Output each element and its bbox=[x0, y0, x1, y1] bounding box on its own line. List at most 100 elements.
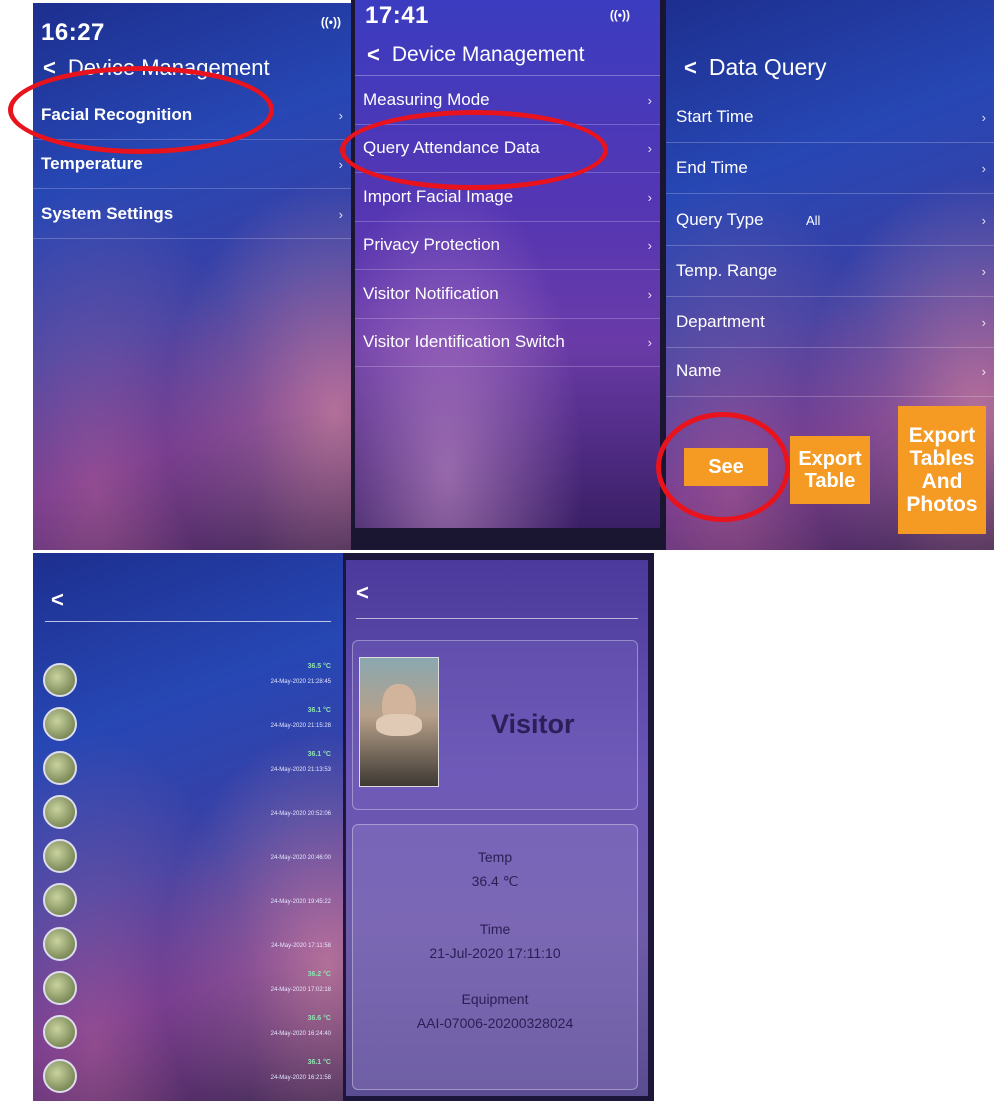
chevron-right-icon: › bbox=[981, 314, 986, 330]
chevron-right-icon: › bbox=[647, 237, 652, 253]
chevron-right-icon: › bbox=[981, 263, 986, 279]
avatar bbox=[43, 839, 77, 873]
list-item-date: 24-May-2020 21:13:53 bbox=[270, 767, 331, 773]
avatar bbox=[43, 663, 77, 697]
list-item[interactable]: 36.2 °C 24-May-2020 17:02:18 bbox=[41, 965, 335, 1013]
chevron-right-icon: › bbox=[981, 212, 986, 228]
list-item[interactable]: 36.1 °C 24-May-2020 21:13:53 bbox=[41, 745, 335, 793]
avatar bbox=[43, 707, 77, 741]
list-item[interactable]: 36.1 °C 24-May-2020 16:21:58 bbox=[41, 1053, 335, 1101]
hands-shape bbox=[376, 714, 422, 736]
avatar bbox=[43, 795, 77, 829]
query-row-name[interactable]: Name › bbox=[666, 346, 994, 397]
list-item[interactable]: 36.5 °C 24-May-2020 21:28:45 bbox=[41, 657, 335, 705]
visitor-photo bbox=[359, 657, 439, 787]
list-item-date: 24-May-2020 21:15:28 bbox=[270, 723, 331, 729]
menu-item-visitor-identification-switch[interactable]: Visitor Identification Switch › bbox=[355, 318, 660, 367]
query-row-label: Start Time bbox=[676, 107, 754, 126]
chevron-right-icon: › bbox=[981, 109, 986, 125]
header-divider bbox=[45, 621, 331, 622]
menu-item-label: Privacy Protection bbox=[363, 235, 500, 254]
chevron-right-icon: › bbox=[647, 140, 652, 156]
list-item[interactable]: 24-May-2020 20:52:06 bbox=[41, 789, 335, 837]
query-row-label: Temp. Range bbox=[676, 261, 778, 280]
chevron-right-icon: › bbox=[338, 107, 343, 123]
list-item-temp: 36.5 °C bbox=[307, 663, 331, 670]
chevron-right-icon: › bbox=[647, 189, 652, 205]
equipment-value: AAI-07006-20200328024 bbox=[416, 1015, 574, 1031]
list-item-date: 24-May-2020 20:46:00 bbox=[270, 855, 331, 861]
visitor-info-card: Temp 36.4 ℃ Time 21-Jul-2020 17:11:10 Eq… bbox=[352, 824, 638, 1090]
avatar bbox=[43, 751, 77, 785]
export-table-button[interactable]: Export Table bbox=[790, 436, 870, 504]
equipment-label: Equipment bbox=[461, 991, 529, 1007]
title-text: Data Query bbox=[708, 54, 827, 80]
avatar bbox=[43, 971, 77, 1005]
list-item[interactable]: 24-May-2020 17:11:58 bbox=[41, 921, 335, 969]
back-chevron-icon[interactable]: < bbox=[684, 55, 697, 81]
screen-visitor-detail: < Visitor Temp 36.4 ℃ Time 21-Jul-2020 1… bbox=[346, 560, 648, 1096]
status-time: 17:41 bbox=[365, 2, 429, 29]
query-type-value: All bbox=[806, 212, 821, 228]
highlight-oval bbox=[340, 110, 608, 190]
menu-item-label: Visitor Notification bbox=[363, 284, 499, 303]
screen-device-management-2: 17:41 ((•)) < Device Management Measurin… bbox=[355, 0, 660, 528]
status-time: 16:27 bbox=[41, 19, 105, 46]
menu-item-system-settings[interactable]: System Settings › bbox=[33, 190, 351, 239]
chevron-right-icon: › bbox=[647, 334, 652, 350]
list-item[interactable]: 36.1 °C 24-May-2020 21:15:28 bbox=[41, 701, 335, 749]
export-tables-and-photos-button[interactable]: Export Tables And Photos bbox=[898, 406, 986, 534]
query-row-label: Name bbox=[676, 361, 722, 380]
back-chevron-icon[interactable]: < bbox=[356, 580, 369, 606]
query-row-start-time[interactable]: Start Time › bbox=[666, 92, 994, 143]
list-item-date: 24-May-2020 21:28:45 bbox=[270, 679, 331, 685]
highlight-oval bbox=[656, 412, 790, 522]
page-title: < Device Management bbox=[367, 42, 584, 68]
menu-item-label: Visitor Identification Switch bbox=[363, 332, 565, 351]
visitor-label: Visitor bbox=[491, 709, 575, 739]
screen-attendance-list: < 36.5 °C 24-May-2020 21:28:45 36.1 °C 24-M… bbox=[33, 553, 343, 1101]
visitor-card: Visitor bbox=[352, 640, 638, 810]
menu-item-label: System Settings bbox=[41, 204, 174, 223]
avatar bbox=[43, 927, 77, 961]
back-chevron-icon[interactable]: < bbox=[51, 587, 64, 613]
list-item[interactable]: 24-May-2020 20:46:00 bbox=[41, 833, 335, 881]
list-item-temp: 36.1 °C bbox=[307, 751, 331, 758]
avatar bbox=[43, 1059, 77, 1093]
menu-item-visitor-notification[interactable]: Visitor Notification › bbox=[355, 270, 660, 319]
query-row-label: Query Type bbox=[676, 210, 764, 229]
header-divider bbox=[356, 618, 638, 619]
chevron-right-icon: › bbox=[647, 286, 652, 302]
menu-item-label: Temperature bbox=[41, 154, 143, 173]
avatar bbox=[43, 883, 77, 917]
menu-item-privacy-protection[interactable]: Privacy Protection › bbox=[355, 221, 660, 270]
chevron-right-icon: › bbox=[981, 160, 986, 176]
chevron-right-icon: › bbox=[981, 363, 986, 379]
menu-item-label: Measuring Mode bbox=[363, 90, 490, 109]
temp-value: 36.4 ℃ bbox=[471, 873, 519, 889]
list-item[interactable]: 24-May-2020 19:45:22 bbox=[41, 877, 335, 925]
time-label: Time bbox=[479, 921, 511, 937]
menu-item-label: Import Facial Image bbox=[363, 187, 514, 206]
list-item-temp: 36.6 °C bbox=[307, 1015, 331, 1022]
list-item-date: 24-May-2020 17:02:18 bbox=[270, 987, 331, 993]
list-item-date: 24-May-2020 19:45:22 bbox=[270, 899, 331, 905]
page-title: < Data Query bbox=[684, 54, 826, 81]
highlight-oval bbox=[8, 66, 274, 154]
back-chevron-icon[interactable]: < bbox=[367, 42, 380, 68]
wifi-signal-icon: ((•)) bbox=[609, 8, 630, 22]
title-text: Device Management bbox=[391, 43, 585, 66]
query-row-department[interactable]: Department › bbox=[666, 297, 994, 348]
list-item-temp: 36.1 °C bbox=[307, 707, 331, 714]
list-item-date: 24-May-2020 16:24:40 bbox=[270, 1031, 331, 1037]
wifi-signal-icon: ((•)) bbox=[320, 15, 341, 29]
query-row-end-time[interactable]: End Time › bbox=[666, 143, 994, 194]
query-row-label: End Time bbox=[676, 158, 748, 177]
temp-label: Temp bbox=[477, 849, 513, 865]
query-row-query-type[interactable]: Query Type All › bbox=[666, 195, 994, 246]
list-item-date: 24-May-2020 16:21:58 bbox=[270, 1075, 331, 1081]
chevron-right-icon: › bbox=[338, 206, 343, 222]
list-item[interactable]: 36.6 °C 24-May-2020 16:24:40 bbox=[41, 1009, 335, 1057]
query-row-temp-range[interactable]: Temp. Range › bbox=[666, 246, 994, 297]
list-item-temp: 36.1 °C bbox=[307, 1059, 331, 1066]
